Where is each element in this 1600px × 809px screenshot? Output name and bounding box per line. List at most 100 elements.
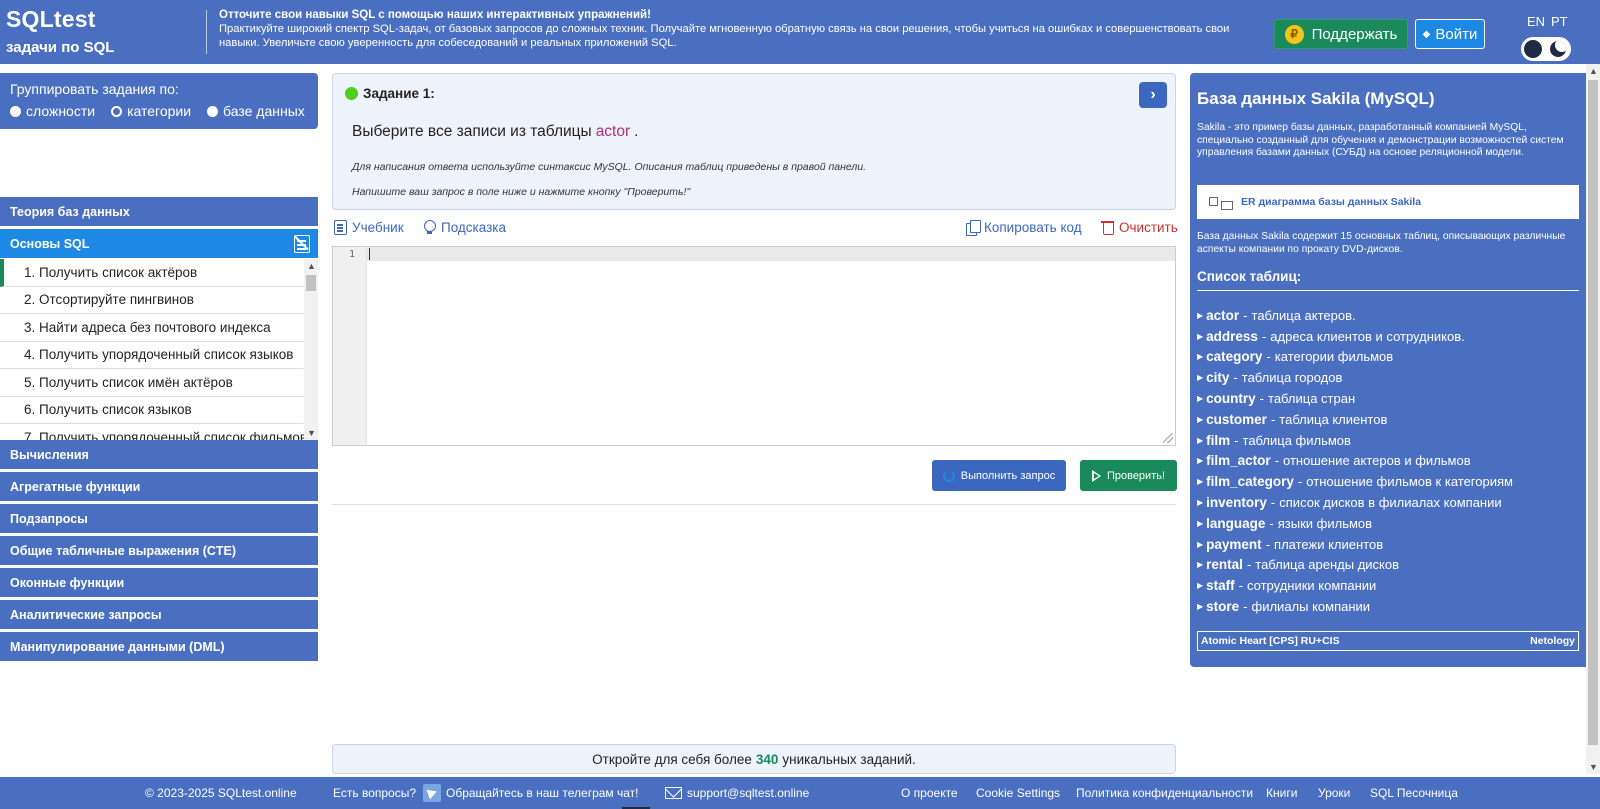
- table-item-address[interactable]: ▶ address - адреса клиентов и сотрудников.: [1197, 326, 1579, 347]
- result-divider: [332, 504, 1176, 505]
- radio-database[interactable]: базе данных: [207, 103, 305, 119]
- task-syntax-hint: Для написания ответа используйте синтакс…: [352, 161, 867, 173]
- copy-code-label: Копировать код: [984, 220, 1082, 235]
- category-aggregate[interactable]: Агрегатные функции: [0, 472, 318, 502]
- table-item-inventory[interactable]: ▶ inventory - список дисков в филиалах комп…: [1197, 492, 1579, 513]
- footer-about-link[interactable]: О проекте: [901, 786, 958, 800]
- category-window[interactable]: Оконные функции: [0, 568, 318, 598]
- chevron-up-icon[interactable]: ▲: [307, 261, 316, 271]
- sql-editor[interactable]: 1: [332, 246, 1176, 446]
- login-button[interactable]: ◆ Войти: [1415, 19, 1485, 49]
- triangle-right-icon: ▶: [1197, 331, 1204, 341]
- run-query-button[interactable]: Выполнить запрос: [932, 460, 1066, 491]
- table-item-store[interactable]: ▶ store - филиалы компании: [1197, 596, 1579, 617]
- next-task-button[interactable]: ›: [1139, 82, 1167, 108]
- resize-handle-icon[interactable]: [1163, 433, 1173, 443]
- telegram-label: Обращайтесь в наш телеграм чат!: [446, 786, 639, 800]
- er-diagram-link[interactable]: ER диаграмма базы данных Sakila: [1197, 185, 1579, 219]
- task-list-scrollbar[interactable]: ▲ ▼: [304, 259, 318, 440]
- task-item-1[interactable]: 1. Получить список актёров: [0, 259, 318, 287]
- table-item-category[interactable]: ▶ category - категории фильмов: [1197, 347, 1579, 368]
- category-sql-basics[interactable]: Основы SQL: [0, 229, 318, 259]
- table-item-film-category[interactable]: ▶ film_category - отношение фильмов к катег…: [1197, 471, 1579, 492]
- table-item-film[interactable]: ▶ film - таблица фильмов: [1197, 430, 1579, 451]
- table-item-country[interactable]: ▶ country - таблица стран: [1197, 388, 1579, 409]
- task-item-3[interactable]: 3. Найти адреса без почтового индекса: [0, 314, 318, 342]
- table-item-rental[interactable]: ▶ rental - таблица аренды дисков: [1197, 555, 1579, 576]
- clear-button[interactable]: Очистить: [1101, 220, 1178, 235]
- page-scrollbar[interactable]: ▲ ▼: [1586, 64, 1600, 774]
- triangle-right-icon: ▶: [1197, 539, 1204, 549]
- sponsor-left-link[interactable]: Atomic Heart [CPS] RU+CIS: [1201, 635, 1340, 647]
- copy-code-button[interactable]: Копировать код: [966, 220, 1082, 236]
- footer-copyright: © 2023-2025 SQLtest.online: [145, 786, 297, 800]
- table-item-staff[interactable]: ▶ staff - сотрудники компании: [1197, 575, 1579, 596]
- lang-pt-link[interactable]: PT: [1551, 14, 1568, 29]
- table-item-language[interactable]: ▶ language - языки фильмов: [1197, 513, 1579, 534]
- task-item-2[interactable]: 2. Отсортируйте пингвинов: [0, 287, 318, 314]
- chevron-up-icon[interactable]: ▲: [1589, 66, 1598, 76]
- table-item-city[interactable]: ▶ city - таблица городов: [1197, 367, 1579, 388]
- editor-active-line[interactable]: [367, 247, 1175, 261]
- theme-toggle[interactable]: [1521, 37, 1571, 61]
- footer-cookie-link[interactable]: Cookie Settings: [976, 786, 1060, 800]
- category-cte[interactable]: Общие табличные выражения (CTE): [0, 536, 318, 566]
- database-table-count: База данных Sakila содержит 15 основных …: [1197, 231, 1566, 255]
- chevron-down-icon[interactable]: ▼: [1589, 762, 1598, 772]
- radio-database-label: базе данных: [223, 103, 305, 119]
- task-item-5[interactable]: 5. Получить список имён актёров: [0, 369, 318, 397]
- category-subqueries[interactable]: Подзапросы: [0, 504, 318, 534]
- radio-difficulty-dot[interactable]: [10, 105, 21, 117]
- table-separator: -: [1234, 432, 1239, 448]
- task-list-scroll-thumb[interactable]: [306, 275, 316, 291]
- check-label: Проверить!: [1106, 469, 1166, 482]
- footer-privacy-link[interactable]: Политика конфиденциальности: [1076, 786, 1253, 800]
- table-item-film-actor[interactable]: ▶ film_actor - отношение актеров и фильмов: [1197, 451, 1579, 472]
- table-name: inventory: [1206, 495, 1267, 511]
- category-calculations[interactable]: Вычисления: [0, 440, 318, 470]
- header: SQLtest задачи по SQL Отточите свои навы…: [0, 0, 1600, 64]
- category-analytics[interactable]: Аналитические запросы: [0, 600, 318, 630]
- category-dml[interactable]: Манипулирование данными (DML): [0, 632, 318, 662]
- telegram-link[interactable]: Обращайтесь в наш телеграм чат!: [423, 784, 639, 802]
- group-by-options: сложности категории базе данных: [10, 103, 308, 119]
- page-scroll-thumb[interactable]: [1588, 80, 1598, 745]
- hide-solved-icon[interactable]: [294, 235, 310, 253]
- triangle-right-icon: ▶: [1197, 352, 1204, 362]
- table-desc: филиалы компании: [1251, 599, 1371, 615]
- run-query-label: Выполнить запрос: [960, 469, 1056, 482]
- task-item-6[interactable]: 6. Получить список языков: [0, 397, 318, 424]
- support-button[interactable]: ₽ Поддержать: [1274, 19, 1408, 49]
- triangle-right-icon: ▶: [1197, 373, 1204, 383]
- sponsor-right-link[interactable]: Netology: [1530, 635, 1575, 647]
- radio-difficulty-label: сложности: [26, 103, 96, 119]
- tutorial-link[interactable]: Учебник: [334, 220, 404, 235]
- chevron-right-icon: ›: [1150, 86, 1156, 103]
- task-item-7[interactable]: 7. Получить упорядоченный список фильмов: [0, 424, 318, 440]
- check-button[interactable]: Проверить!: [1080, 460, 1177, 491]
- radio-difficulty[interactable]: сложности: [10, 103, 95, 119]
- database-description: Sakila - это пример базы данных, разрабо…: [1197, 122, 1564, 158]
- table-item-customer[interactable]: ▶ customer - таблица клиентов: [1197, 409, 1579, 430]
- task-list: 1. Получить список актёров 2. Отсортируй…: [0, 259, 318, 440]
- footer-sandbox-link[interactable]: SQL Песочница: [1370, 786, 1458, 800]
- category-db-theory[interactable]: Теория баз данных: [0, 197, 318, 227]
- editor-cursor: [369, 248, 370, 260]
- logo[interactable]: SQLtest задачи по SQL: [6, 6, 114, 56]
- task-status-indicator: [345, 87, 358, 100]
- footer-books-link[interactable]: Книги: [1266, 786, 1297, 800]
- table-desc: категории фильмов: [1274, 349, 1394, 365]
- banner-count: 340: [755, 751, 779, 767]
- chevron-down-icon[interactable]: ▼: [307, 428, 316, 438]
- table-item-payment[interactable]: ▶ payment - платежи клиентов: [1197, 534, 1579, 555]
- radio-category[interactable]: категории: [111, 103, 191, 119]
- radio-category-dot[interactable]: [111, 105, 123, 117]
- hint-link[interactable]: Подсказка: [423, 220, 506, 235]
- table-item-actor[interactable]: ▶ actor - таблица актеров.: [1197, 305, 1579, 326]
- lang-en-link[interactable]: EN: [1527, 14, 1545, 29]
- radio-database-dot[interactable]: [207, 105, 219, 117]
- task-item-4[interactable]: 4. Получить упорядоченный список языков: [0, 342, 318, 369]
- footer-lessons-link[interactable]: Уроки: [1318, 786, 1350, 800]
- email-link[interactable]: support@sqltest.online: [665, 786, 809, 800]
- task-panel: Задание 1: › Выберите все записи из табл…: [332, 73, 1176, 210]
